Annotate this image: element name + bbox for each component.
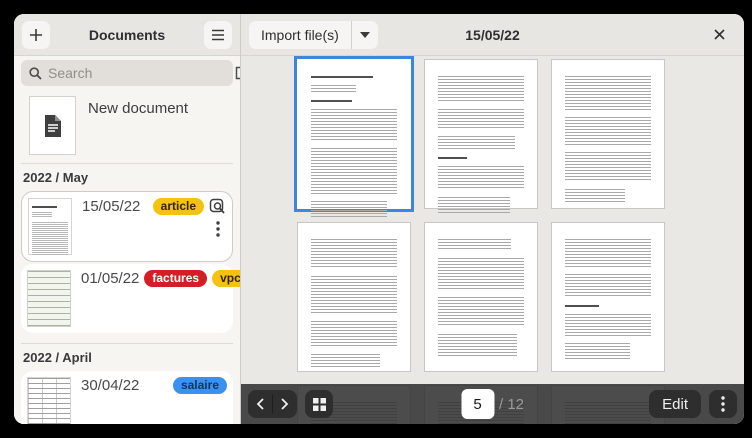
document-date: 15/05/22 xyxy=(82,198,140,215)
compose-icon xyxy=(235,66,240,80)
kebab-menu-icon xyxy=(216,221,220,237)
grid-icon xyxy=(313,398,326,411)
plus-icon xyxy=(29,28,43,42)
main-menu-button[interactable] xyxy=(204,21,232,49)
page-thumbnail-4[interactable] xyxy=(297,222,411,372)
document-card[interactable]: 15/05/22 article xyxy=(21,191,233,262)
sidebar: Documents xyxy=(14,14,241,424)
pages-grid xyxy=(297,59,665,424)
sidebar-headerbar: Documents xyxy=(14,14,240,56)
section-label-may: 2022 / May xyxy=(23,170,233,185)
document-thumbnail xyxy=(27,270,71,327)
divider xyxy=(21,163,233,164)
document-menu-button[interactable] xyxy=(216,221,220,237)
new-document-button[interactable] xyxy=(22,21,50,49)
page-thumbnail-1[interactable] xyxy=(297,59,411,209)
app-window: Documents xyxy=(14,14,744,424)
preview-document-button[interactable] xyxy=(209,198,226,215)
chevron-down-icon xyxy=(360,32,370,38)
document-date: 01/05/22 xyxy=(81,270,139,287)
document-preview-icon xyxy=(209,198,226,215)
search-bar[interactable] xyxy=(21,60,233,86)
search-input[interactable] xyxy=(48,65,229,81)
toolbar-menu-button[interactable] xyxy=(709,390,737,418)
page-thumbnail-6[interactable] xyxy=(551,222,665,372)
grid-view-button[interactable] xyxy=(305,390,333,418)
page-indicator: / 12 xyxy=(461,389,524,419)
page-number-input[interactable] xyxy=(461,389,494,419)
page-total-label: / 12 xyxy=(499,396,524,413)
document-card[interactable]: 01/05/22 factures vpc xyxy=(21,264,233,333)
edit-tags-button[interactable] xyxy=(235,66,240,80)
main-pane: Import file(s) 15/05/22 xyxy=(241,14,744,424)
document-icon xyxy=(43,114,63,138)
new-document-thumbnail xyxy=(29,96,76,155)
divider xyxy=(21,343,233,344)
main-headerbar: Import file(s) 15/05/22 xyxy=(241,14,744,56)
import-split-button: Import file(s) xyxy=(249,21,378,49)
page-thumbnail-5[interactable] xyxy=(424,222,538,372)
close-icon xyxy=(714,29,725,40)
pages-view: / 12 Edit xyxy=(241,56,744,424)
chevron-left-icon xyxy=(256,398,264,410)
chevron-right-icon xyxy=(281,398,289,410)
close-document-button[interactable] xyxy=(706,14,732,55)
page-thumbnail-2[interactable] xyxy=(424,59,538,209)
tag-article[interactable]: article xyxy=(153,198,204,215)
search-icon xyxy=(29,67,42,80)
sidebar-content: New document 2022 / May 15/05/22 article xyxy=(14,56,240,424)
ellipsis-vertical-icon xyxy=(721,396,725,412)
document-card[interactable]: 30/04/22 salaire xyxy=(21,371,233,424)
new-document-label: New document xyxy=(88,100,188,117)
tag-salaire[interactable]: salaire xyxy=(173,377,227,394)
tag-vpc[interactable]: vpc xyxy=(212,270,240,287)
page-nav-group xyxy=(248,390,297,418)
hamburger-icon xyxy=(211,29,225,41)
import-options-button[interactable] xyxy=(352,21,378,49)
document-date: 30/04/22 xyxy=(81,377,139,394)
bottom-toolbar: / 12 Edit xyxy=(241,384,744,424)
previous-page-button[interactable] xyxy=(248,390,272,418)
import-files-button[interactable]: Import file(s) xyxy=(249,21,351,49)
document-thumbnail xyxy=(27,377,71,424)
new-document-item[interactable]: New document xyxy=(29,96,233,155)
next-page-button[interactable] xyxy=(273,390,297,418)
tag-factures[interactable]: factures xyxy=(144,270,207,287)
edit-button[interactable]: Edit xyxy=(649,390,701,418)
section-label-april: 2022 / April xyxy=(23,350,233,365)
document-thumbnail xyxy=(28,198,72,255)
page-thumbnail-3[interactable] xyxy=(551,59,665,209)
